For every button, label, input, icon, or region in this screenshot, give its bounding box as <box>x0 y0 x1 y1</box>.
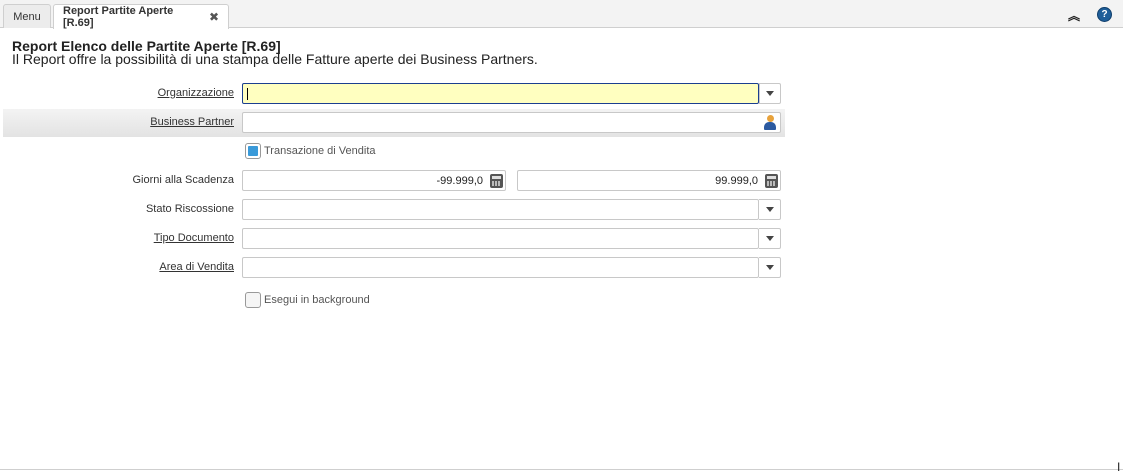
giorni-scadenza-from-input[interactable]: -99.999,0 <box>242 170 506 191</box>
calculator-icon[interactable] <box>765 174 778 188</box>
transazione-vendita-checkbox[interactable] <box>245 143 261 159</box>
business-partner-label[interactable]: Business Partner <box>150 116 234 128</box>
bottom-divider <box>0 469 1123 470</box>
organizzazione-dropdown-button[interactable] <box>759 83 781 104</box>
business-partner-lookup-icon[interactable] <box>763 115 777 130</box>
tab-bar: Menu Report Partite Aperte [R.69] ✖ ︽ ? <box>0 0 1123 29</box>
giorni-scadenza-to-input[interactable]: 99.999,0 <box>517 170 781 191</box>
text-caret <box>247 87 248 100</box>
tab-report-label: Report Partite Aperte [R.69] <box>63 5 174 29</box>
transazione-vendita-label: Transazione di Vendita <box>264 145 376 157</box>
area-vendita-select[interactable] <box>242 257 759 278</box>
close-icon[interactable]: ✖ <box>209 10 219 24</box>
tipo-documento-label[interactable]: Tipo Documento <box>154 232 234 244</box>
area-vendita-label[interactable]: Area di Vendita <box>159 261 234 273</box>
tab-menu-label: Menu <box>13 10 41 23</box>
calculator-icon[interactable] <box>490 174 503 188</box>
giorni-scadenza-label: Giorni alla Scadenza <box>132 174 234 186</box>
resize-handle[interactable]: I <box>1117 460 1120 472</box>
chevrons-up-icon[interactable]: ︽ <box>1066 7 1082 23</box>
area-vendita-dropdown-button[interactable] <box>759 257 781 278</box>
organizzazione-input[interactable] <box>242 83 759 104</box>
organizzazione-label[interactable]: Organizzazione <box>158 87 234 99</box>
tipo-documento-dropdown-button[interactable] <box>759 228 781 249</box>
esegui-background-checkbox[interactable] <box>245 292 261 308</box>
business-partner-input[interactable] <box>242 112 781 133</box>
esegui-background-label: Esegui in background <box>264 294 370 306</box>
tab-report-partite-aperte[interactable]: Report Partite Aperte [R.69] ✖ <box>53 4 229 29</box>
stato-riscossione-select[interactable] <box>242 199 759 220</box>
help-icon[interactable]: ? <box>1097 7 1112 22</box>
stato-riscossione-dropdown-button[interactable] <box>759 199 781 220</box>
stato-riscossione-label: Stato Riscossione <box>145 203 234 215</box>
page-description: Il Report offre la possibilità di una st… <box>12 51 538 67</box>
tipo-documento-select[interactable] <box>242 228 759 249</box>
tab-menu[interactable]: Menu <box>3 4 51 28</box>
